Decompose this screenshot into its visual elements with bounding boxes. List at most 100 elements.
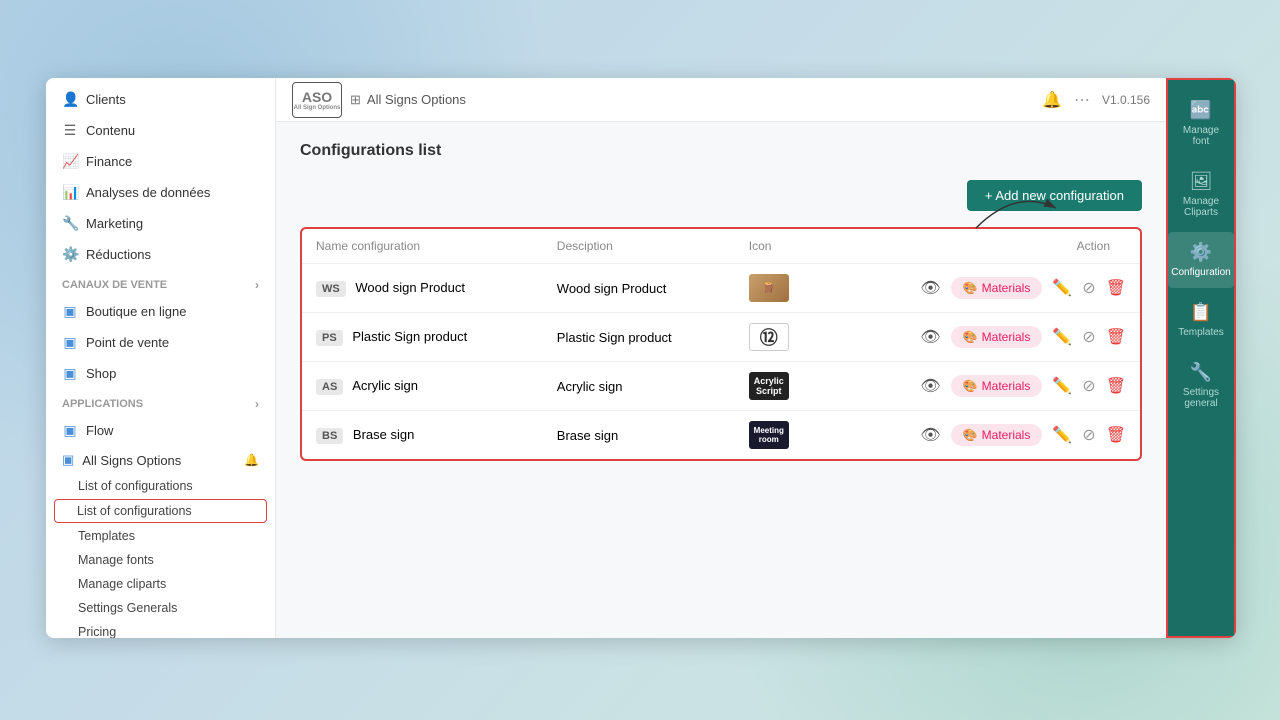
sidebar-item-marketing[interactable]: 🔧 Marketing [46, 208, 275, 239]
copy-icon[interactable]: ⊘ [1082, 327, 1095, 347]
row-name-cell: AS Acrylic sign [302, 362, 543, 411]
materials-icon: 🎨 [963, 281, 978, 295]
row-name-cell: BS Brase sign [302, 411, 543, 460]
boutique-icon: ▣ [62, 303, 78, 320]
sidebar-item-all-signs[interactable]: ▣ All Signs Options 🔔 [46, 446, 275, 474]
flow-icon: ▣ [62, 422, 78, 439]
config-icon-thumb: Acrylic Script [749, 372, 789, 400]
view-icon[interactable]: 👁 [920, 376, 940, 396]
delete-icon[interactable]: 🗑 [1106, 278, 1126, 298]
add-configuration-button[interactable]: + Add new configuration [967, 180, 1142, 211]
copy-icon[interactable]: ⊘ [1082, 376, 1095, 396]
row-name-cell: WS Wood sign Product [302, 264, 543, 313]
right-panel-settings-general[interactable]: 🔧 Settings general [1168, 352, 1234, 419]
sidebar-item-flow[interactable]: ▣ Flow [46, 415, 275, 446]
right-panel-manage-cliparts[interactable]: 🖼 Manage Cliparts [1168, 161, 1234, 228]
table-row: PS Plastic Sign product Plastic Sign pro… [302, 313, 1140, 362]
configurations-table-wrapper: Name configuration Desciption Icon Actio… [300, 227, 1142, 461]
materials-icon: 🎨 [963, 428, 978, 442]
sidebar-item-contenu[interactable]: ☰ Contenu [46, 115, 275, 146]
config-code: BS [316, 428, 343, 444]
row-icon-cell: Meeting room [735, 411, 826, 460]
materials-icon: 🎨 [963, 330, 978, 344]
delete-icon[interactable]: 🗑 [1106, 376, 1126, 396]
copy-icon[interactable]: ⊘ [1082, 278, 1095, 298]
sidebar-item-point-de-vente[interactable]: ▣ Point de vente [46, 327, 275, 358]
materials-button[interactable]: 🎨 Materials [951, 326, 1043, 348]
topbar-left: ASO All Sign Options ⊞ All Signs Options [292, 82, 466, 118]
topbar-title: ⊞ All Signs Options [350, 92, 466, 108]
font-icon: 🔤 [1190, 100, 1212, 121]
analytics-icon: 📊 [62, 184, 78, 201]
row-icon-cell: 🪵 [735, 264, 826, 313]
view-icon[interactable]: 👁 [920, 327, 940, 347]
row-icon-cell: Acrylic Script [735, 362, 826, 411]
sidebar-item-finance[interactable]: 📈 Finance [46, 146, 275, 177]
shop-icon: ▣ [62, 365, 78, 382]
materials-button[interactable]: 🎨 Materials [951, 424, 1043, 446]
config-name: Brase sign [353, 427, 414, 442]
materials-button[interactable]: 🎨 Materials [951, 277, 1043, 299]
sidebar-item-clients[interactable]: 👤 Clients [46, 84, 275, 115]
notification-icon[interactable]: 🔔 [1042, 90, 1062, 110]
view-icon[interactable]: 👁 [920, 425, 940, 445]
sidebar-item-reductions[interactable]: ⚙️ Réductions [46, 239, 275, 270]
sidebar-sub-pricing[interactable]: Pricing [46, 620, 275, 638]
row-name-cell: PS Plastic Sign product [302, 313, 543, 362]
sidebar-sub-templates[interactable]: Templates [46, 524, 275, 548]
copy-icon[interactable]: ⊘ [1082, 425, 1095, 445]
sidebar-sub-list-of-configurations-highlighted[interactable]: List of configurations [54, 499, 267, 523]
sidebar-sub-manage-cliparts[interactable]: Manage cliparts [46, 572, 275, 596]
table-row: AS Acrylic sign Acrylic sign Acrylic Scr… [302, 362, 1140, 411]
topbar-right: 🔔 ⋯ V1.0.156 [1042, 90, 1150, 110]
delete-icon[interactable]: 🗑 [1106, 425, 1126, 445]
config-code: AS [316, 379, 343, 395]
col-action: Action [826, 229, 1140, 264]
sidebar-sub-settings-generals[interactable]: Settings Generals [46, 596, 275, 620]
col-name: Name configuration [302, 229, 543, 264]
templates-icon: 📋 [1190, 302, 1212, 323]
sidebar-sub-list-of-configurations[interactable]: List of configurations [46, 474, 275, 498]
right-panel-configuration[interactable]: ⚙️ Configuration [1168, 232, 1234, 288]
row-action-cell: 👁 🎨 Materials ✏️ ⊘ 🗑 [826, 264, 1140, 313]
config-code: PS [316, 330, 343, 346]
table-row: WS Wood sign Product Wood sign Product 🪵 [302, 264, 1140, 313]
content-icon: ☰ [62, 122, 78, 139]
sidebar: 👤 Clients ☰ Contenu 📈 Finance 📊 Analyses… [46, 78, 276, 638]
view-icon[interactable]: 👁 [920, 278, 940, 298]
content-area: Configurations list + Add new configurat… [276, 122, 1166, 638]
row-desc-cell: Plastic Sign product [543, 313, 735, 362]
materials-button[interactable]: 🎨 Materials [951, 375, 1043, 397]
all-signs-icon: ▣ [62, 452, 74, 468]
config-icon-thumb: Meeting room [749, 421, 789, 449]
sidebar-item-shop[interactable]: ▣ Shop [46, 358, 275, 389]
clipart-icon: 🖼 [1190, 171, 1213, 192]
gear-icon: ⚙️ [62, 246, 78, 263]
settings-general-icon: 🔧 [1190, 362, 1212, 383]
person-icon: 👤 [62, 91, 78, 108]
config-icon-thumb: 🪵 [749, 274, 789, 302]
point-vente-icon: ▣ [62, 334, 78, 351]
config-name: Acrylic sign [352, 378, 418, 393]
finance-icon: 📈 [62, 153, 78, 170]
edit-icon[interactable]: ✏️ [1052, 278, 1072, 298]
more-icon[interactable]: ⋯ [1074, 90, 1090, 110]
sidebar-sub-manage-fonts[interactable]: Manage fonts [46, 548, 275, 572]
chevron-right-icon: › [255, 278, 259, 292]
edit-icon[interactable]: ✏️ [1052, 327, 1072, 347]
right-panel-manage-font[interactable]: 🔤 Manage font [1168, 90, 1234, 157]
edit-icon[interactable]: ✏️ [1052, 425, 1072, 445]
sidebar-item-analyses[interactable]: 📊 Analyses de données [46, 177, 275, 208]
delete-icon[interactable]: 🗑 [1106, 327, 1126, 347]
main-content: ASO All Sign Options ⊞ All Signs Options… [276, 78, 1166, 638]
config-code: WS [316, 281, 346, 297]
sidebar-item-boutique[interactable]: ▣ Boutique en ligne [46, 296, 275, 327]
bell-icon: 🔔 [244, 453, 259, 467]
row-action-cell: 👁 🎨 Materials ✏️ ⊘ 🗑 [826, 362, 1140, 411]
applications-section: Applications › [46, 389, 275, 415]
right-panel-templates[interactable]: 📋 Templates [1168, 292, 1234, 348]
row-desc-cell: Brase sign [543, 411, 735, 460]
config-icon-thumb: ⑫ [749, 323, 789, 351]
row-desc-cell: Acrylic sign [543, 362, 735, 411]
edit-icon[interactable]: ✏️ [1052, 376, 1072, 396]
